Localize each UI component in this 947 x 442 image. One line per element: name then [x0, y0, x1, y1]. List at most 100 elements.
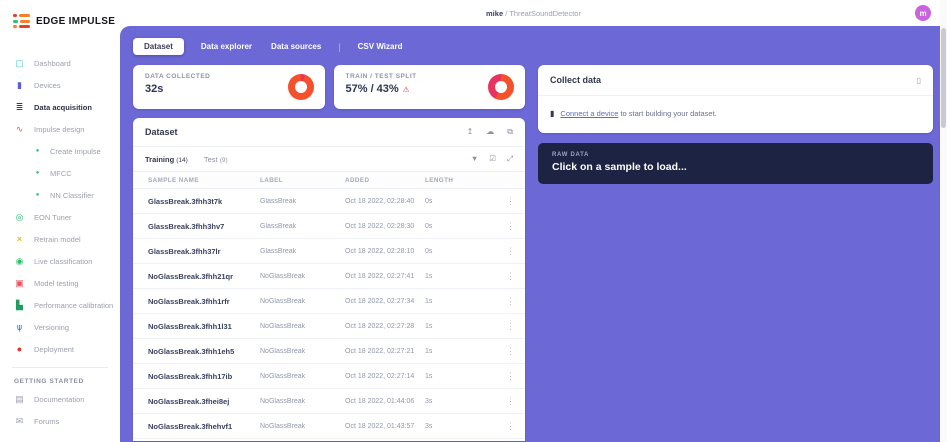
logo-text: EDGE IMPULSE: [36, 16, 115, 27]
sample-name: NoGlassBreak.3fhh17ib: [148, 372, 260, 381]
retrain-model-icon: ×: [14, 235, 25, 244]
sample-name: NoGlassBreak.3fhh21qr: [148, 272, 260, 281]
row-menu-icon[interactable]: ⋮: [469, 371, 515, 382]
sidebar-item-nn-classifier[interactable]: ● NN Classifier: [0, 184, 120, 206]
dataset-filter-bar: Training (14) Test (9) ▼ ☑ ⤢: [133, 147, 525, 172]
breadcrumb-project[interactable]: ThreatSoundDetector: [509, 9, 581, 18]
raw-data-card: RAW DATA Click on a sample to load...: [538, 143, 933, 184]
tab-bar: Dataset Data explorer Data sources | CSV…: [133, 38, 933, 55]
model-testing-icon: ▣: [14, 279, 25, 288]
test-tab[interactable]: Test (9): [204, 155, 228, 164]
sidebar-item-live-classification[interactable]: ◉ Live classification: [0, 250, 120, 272]
collect-data-title: Collect data: [550, 75, 601, 85]
row-menu-icon[interactable]: ⋮: [469, 421, 515, 432]
table-row[interactable]: NoGlassBreak.3fhh1eh5 NoGlassBreak Oct 1…: [133, 339, 525, 364]
sidebar-item-retrain-model[interactable]: × Retrain model: [0, 228, 120, 250]
data-acquisition-icon: ≣: [14, 103, 25, 112]
row-menu-icon[interactable]: ⋮: [469, 271, 515, 282]
eon-tuner-icon: ◎: [14, 213, 25, 222]
row-menu-icon[interactable]: ⋮: [469, 396, 515, 407]
sidebar-item-performance-calibration[interactable]: ▙ Performance calibration: [0, 294, 120, 316]
sidebar-item-label: Data acquisition: [34, 103, 92, 112]
sidebar-item-label: Versioning: [34, 323, 69, 332]
sidebar-item-versioning[interactable]: ⋔ Versioning: [0, 316, 120, 338]
warning-icon: ⚠: [403, 85, 410, 94]
top-header: mike / ThreatSoundDetector m: [120, 0, 947, 26]
sidebar-item-devices[interactable]: ▮ Devices: [0, 74, 120, 96]
row-menu-icon[interactable]: ⋮: [469, 346, 515, 357]
sidebar-item-eon-tuner[interactable]: ◎ EON Tuner: [0, 206, 120, 228]
training-count: (14): [176, 157, 188, 164]
train-test-split-label: TRAIN / TEST SPLIT: [346, 73, 514, 80]
upload-icon[interactable]: ↥: [467, 127, 474, 137]
table-row[interactable]: NoGlassBreak.3fhh21qr NoGlassBreak Oct 1…: [133, 264, 525, 289]
sidebar-item-data-acquisition[interactable]: ≣ Data acquisition: [0, 96, 120, 118]
column-sample-name: SAMPLE NAME: [148, 177, 260, 184]
performance-calibration-icon: ▙: [14, 301, 25, 310]
sample-length: 1s: [425, 298, 469, 305]
sidebar-item-create-impulse[interactable]: ● Create Impulse: [0, 140, 120, 162]
table-row[interactable]: NoGlassBreak.3fhh1rfr NoGlassBreak Oct 1…: [133, 289, 525, 314]
impulse-design-icon: ∿: [14, 125, 25, 134]
getting-started-header: GETTING STARTED: [0, 370, 120, 388]
sample-added: Oct 18 2022, 02:27:41: [345, 273, 425, 280]
table-row[interactable]: NoGlassBreak.3fhei8ej NoGlassBreak Oct 1…: [133, 389, 525, 414]
sample-added: Oct 18 2022, 02:28:10: [345, 248, 425, 255]
scrollbar-thumb[interactable]: [941, 28, 946, 128]
train-test-donut-chart: [488, 74, 514, 100]
filter-icon[interactable]: ▼: [471, 154, 478, 164]
sample-name: NoGlassBreak.3fhei8ej: [148, 397, 260, 406]
sample-label: NoGlassBreak: [260, 348, 345, 355]
breadcrumb-user[interactable]: mike: [486, 9, 503, 18]
tab-csv-wizard[interactable]: CSV Wizard: [356, 38, 405, 55]
expand-icon[interactable]: ⤢: [507, 154, 513, 164]
tab-dataset[interactable]: Dataset: [133, 38, 184, 55]
table-row[interactable]: GlassBreak.3fhh3hv7 GlassBreak Oct 18 20…: [133, 214, 525, 239]
sidebar-item-label: EON Tuner: [34, 213, 72, 222]
breadcrumb: mike / ThreatSoundDetector: [486, 9, 581, 18]
main-area: mike / ThreatSoundDetector m Dataset Dat…: [120, 0, 947, 442]
sample-added: Oct 18 2022, 01:43:57: [345, 423, 425, 430]
sample-label: NoGlassBreak: [260, 298, 345, 305]
table-row[interactable]: GlassBreak.3fhh37lr GlassBreak Oct 18 20…: [133, 239, 525, 264]
table-row[interactable]: GlassBreak.3fhh3t7k GlassBreak Oct 18 20…: [133, 189, 525, 214]
edge-impulse-logo-icon: [13, 14, 30, 28]
sample-label: NoGlassBreak: [260, 423, 345, 430]
select-icon[interactable]: ☑: [489, 154, 496, 164]
sidebar-item-deployment[interactable]: ● Deployment: [0, 338, 120, 360]
sidebar-item-mfcc[interactable]: ● MFCC: [0, 162, 120, 184]
row-menu-icon[interactable]: ⋮: [469, 296, 515, 307]
sample-added: Oct 18 2022, 02:27:34: [345, 298, 425, 305]
table-row[interactable]: NoGlassBreak.3fhh17ib NoGlassBreak Oct 1…: [133, 364, 525, 389]
tab-data-sources[interactable]: Data sources: [269, 38, 323, 55]
sidebar-item-label: MFCC: [50, 169, 72, 178]
sidebar-item-dashboard[interactable]: ▢ Dashboard: [0, 52, 120, 74]
training-tab[interactable]: Training (14): [145, 155, 188, 164]
table-row[interactable]: NoGlassBreak.3fhh1l31 NoGlassBreak Oct 1…: [133, 314, 525, 339]
data-collected-card: DATA COLLECTED 32s: [133, 65, 325, 109]
sidebar-item-model-testing[interactable]: ▣ Model testing: [0, 272, 120, 294]
user-avatar[interactable]: m: [915, 5, 931, 21]
connect-device-link[interactable]: Connect a device: [560, 109, 618, 118]
column-label: LABEL: [260, 177, 345, 184]
collect-data-text: Connect a device to start building your …: [560, 109, 716, 118]
tab-data-explorer[interactable]: Data explorer: [199, 38, 254, 55]
row-menu-icon[interactable]: ⋮: [469, 196, 515, 207]
sidebar-item-impulse-design[interactable]: ∿ Impulse design: [0, 118, 120, 140]
sample-label: GlassBreak: [260, 198, 345, 205]
sample-name: GlassBreak.3fhh3t7k: [148, 197, 260, 206]
sample-length: 0s: [425, 198, 469, 205]
row-menu-icon[interactable]: ⋮: [469, 246, 515, 257]
bullet-icon: ●: [34, 170, 41, 176]
cloud-icon[interactable]: ☁: [486, 127, 494, 137]
row-menu-icon[interactable]: ⋮: [469, 321, 515, 332]
sample-added: Oct 18 2022, 02:27:21: [345, 348, 425, 355]
table-row[interactable]: NoGlassBreak.3fhehvf1 NoGlassBreak Oct 1…: [133, 414, 525, 439]
sidebar-item-documentation[interactable]: ▤ Documentation: [0, 388, 120, 410]
sample-name: NoGlassBreak.3fhehvf1: [148, 422, 260, 431]
test-count: (9): [220, 157, 228, 164]
edge-impulse-logo[interactable]: EDGE IMPULSE: [0, 10, 120, 32]
row-menu-icon[interactable]: ⋮: [469, 221, 515, 232]
sidebar-item-forums[interactable]: ✉ Forums: [0, 410, 120, 432]
copy-icon[interactable]: ⧉: [507, 127, 513, 137]
